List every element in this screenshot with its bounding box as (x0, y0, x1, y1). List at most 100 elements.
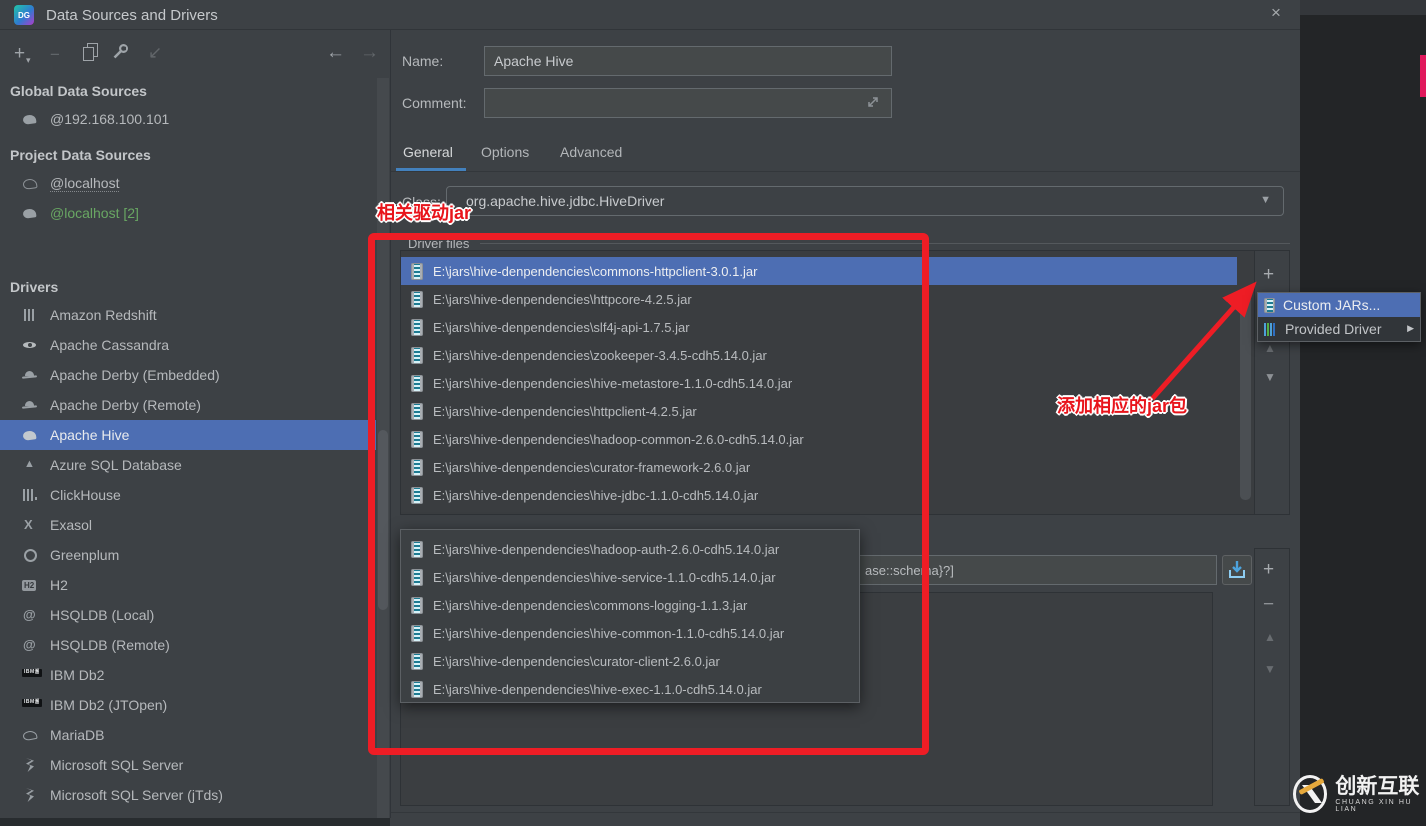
comment-input[interactable] (484, 88, 892, 118)
watermark-subtitle: CHUANG XIN HU LIAN (1335, 798, 1413, 813)
popup-file-row[interactable]: E:\jars\hive-denpendencies\hadoop-auth-2… (401, 535, 859, 563)
tree-row[interactable]: MariaDB (0, 720, 376, 750)
tree-row-label: @localhost [2] (50, 205, 139, 221)
jar-path: E:\jars\hive-denpendencies\httpclient-4.… (433, 403, 697, 419)
desktop-background (1300, 0, 1426, 826)
tree-row-label: Drivers (10, 279, 59, 295)
driver-file-row[interactable]: E:\jars\hive-denpendencies\hadoop-common… (401, 425, 1237, 453)
popup-file-row[interactable]: E:\jars\hive-denpendencies\curator-clien… (401, 647, 859, 675)
popup-file-row[interactable]: E:\jars\hive-denpendencies\hive-common-1… (401, 619, 859, 647)
comment-label: Comment: (402, 95, 467, 111)
tree-row[interactable]: Azure SQL Database (0, 450, 376, 480)
tree-row-label: ClickHouse (50, 487, 121, 503)
jar-path: E:\jars\hive-denpendencies\commons-loggi… (433, 597, 748, 613)
driver-file-row[interactable]: E:\jars\hive-denpendencies\commons-httpc… (401, 257, 1237, 285)
cassandra-icon (22, 337, 38, 353)
tree-row[interactable]: HSQLDB (Remote) (0, 630, 376, 660)
close-icon[interactable]: × (1264, 1, 1288, 25)
driver-files-scrollbar-thumb[interactable] (1240, 295, 1251, 500)
tree-row[interactable]: @localhost (0, 168, 376, 198)
sidebar-scrollbar-thumb[interactable] (378, 430, 388, 610)
tab-options[interactable]: Options (481, 144, 529, 160)
remove-url-template-button[interactable]: − (1263, 595, 1274, 614)
desktop-top-strip (1300, 0, 1426, 15)
tree-row[interactable]: ClickHouse (0, 480, 376, 510)
tree-row-label: MariaDB (50, 727, 105, 743)
url-move-down-button: ▼ (1264, 662, 1276, 676)
tree-row-label: Global Data Sources (10, 83, 147, 99)
driver-file-row[interactable]: E:\jars\hive-denpendencies\curator-frame… (401, 453, 1237, 481)
tree-row[interactable]: Apache Hive (0, 420, 376, 450)
move-down-button[interactable]: ▼ (1264, 371, 1276, 383)
jar-icon (411, 486, 423, 504)
driver-class-combobox[interactable]: org.apache.hive.jdbc.HiveDriver ▼ (446, 186, 1284, 216)
tab-advanced[interactable]: Advanced (560, 144, 622, 160)
tree-row[interactable]: Apache Derby (Remote) (0, 390, 376, 420)
mssql-icon (22, 757, 38, 773)
tree-row[interactable]: MySQL (0, 810, 376, 818)
wrench-icon[interactable] (112, 43, 129, 60)
tree-row[interactable]: H2 (0, 570, 376, 600)
tree-row-label: Apache Derby (Remote) (50, 397, 201, 413)
tree-row[interactable]: Amazon Redshift (0, 300, 376, 330)
watermark-logo-icon (1293, 775, 1328, 813)
hive-icon (22, 427, 38, 443)
tree-row[interactable]: Apache Derby (Embedded) (0, 360, 376, 390)
name-label: Name: (402, 53, 444, 69)
tree-row[interactable]: IBM Db2 (0, 660, 376, 690)
sidebar-footer-strip (0, 818, 390, 826)
tab-general[interactable]: General (403, 144, 453, 160)
jar-path: E:\jars\hive-denpendencies\curator-frame… (433, 459, 751, 475)
menu-item[interactable]: Provided Driver ▶ (1258, 317, 1420, 341)
tree-row[interactable]: HSQLDB (Local) (0, 600, 376, 630)
driver-file-row[interactable]: E:\jars\hive-denpendencies\hive-jdbc-1.1… (401, 481, 1237, 509)
expand-comment-icon[interactable] (866, 95, 880, 109)
add-jar-button[interactable]: + (1263, 265, 1274, 284)
tree-row[interactable]: Apache Cassandra (0, 330, 376, 360)
tree-row[interactable]: Exasol (0, 510, 376, 540)
tree-row[interactable]: Microsoft SQL Server (0, 750, 376, 780)
tree-row-label: H2 (50, 577, 68, 593)
add-data-source-icon[interactable]: + (14, 44, 25, 63)
tree-row[interactable]: IBM Db2 (JTOpen) (0, 690, 376, 720)
tree-row-label: Amazon Redshift (50, 307, 157, 323)
tree-row[interactable]: Greenplum (0, 540, 376, 570)
chevron-down-icon[interactable]: ▼ (1260, 194, 1271, 206)
jar-path: E:\jars\hive-denpendencies\slf4j-api-1.7… (433, 319, 690, 335)
hsqldb-icon (22, 637, 38, 653)
mysql-icon (22, 205, 38, 221)
h2-icon (22, 577, 38, 593)
tree-row[interactable]: @192.168.100.101 (0, 104, 376, 134)
sidebar-divider (390, 30, 391, 818)
paste-url-button[interactable] (1222, 555, 1252, 585)
name-input[interactable]: Apache Hive (484, 46, 892, 76)
url-templates-toolbar (1254, 548, 1290, 806)
jar-path: E:\jars\hive-denpendencies\zookeeper-3.4… (433, 347, 767, 363)
tree-row-label: @192.168.100.101 (50, 111, 170, 127)
tree-row: Global Data Sources (0, 78, 376, 104)
add-url-template-button[interactable]: + (1263, 560, 1274, 579)
tree-row[interactable]: Microsoft SQL Server (jTds) (0, 780, 376, 810)
jar-icon (411, 458, 423, 476)
duplicate-icon[interactable] (82, 43, 98, 61)
tree-row[interactable]: @localhost [2] (0, 198, 376, 228)
annotation-driver-jars: 相关驱动jar (377, 203, 472, 223)
driver-file-row[interactable]: E:\jars\hive-denpendencies\zookeeper-3.4… (401, 341, 1237, 369)
popup-file-row[interactable]: E:\jars\hive-denpendencies\commons-loggi… (401, 591, 859, 619)
back-arrow-icon[interactable]: ← (326, 43, 345, 62)
tree-row-label: IBM Db2 (JTOpen) (50, 697, 168, 713)
move-up-button: ▲ (1264, 341, 1276, 355)
driver-file-row[interactable]: E:\jars\hive-denpendencies\slf4j-api-1.7… (401, 313, 1237, 341)
popup-file-row[interactable]: E:\jars\hive-denpendencies\hive-service-… (401, 563, 859, 591)
azure-icon (22, 457, 38, 473)
annotation-add-jars: 添加相应的jar包 (1057, 396, 1188, 416)
menu-item[interactable]: Custom JARs... ▶ (1258, 293, 1420, 317)
tree-row-label: Apache Derby (Embedded) (50, 367, 220, 383)
popup-file-row[interactable]: E:\jars\hive-denpendencies\hive-exec-1.1… (401, 675, 859, 703)
url-move-up-button: ▲ (1264, 630, 1276, 644)
tab-separator (391, 171, 1300, 172)
driver-file-row[interactable]: E:\jars\hive-denpendencies\httpcore-4.2.… (401, 285, 1237, 313)
screen: DG Data Sources and Drivers × + ▾ − ↙ ← … (0, 0, 1426, 826)
add-dropdown-caret-icon[interactable]: ▾ (26, 56, 31, 65)
tree-row-label: Greenplum (50, 547, 120, 563)
